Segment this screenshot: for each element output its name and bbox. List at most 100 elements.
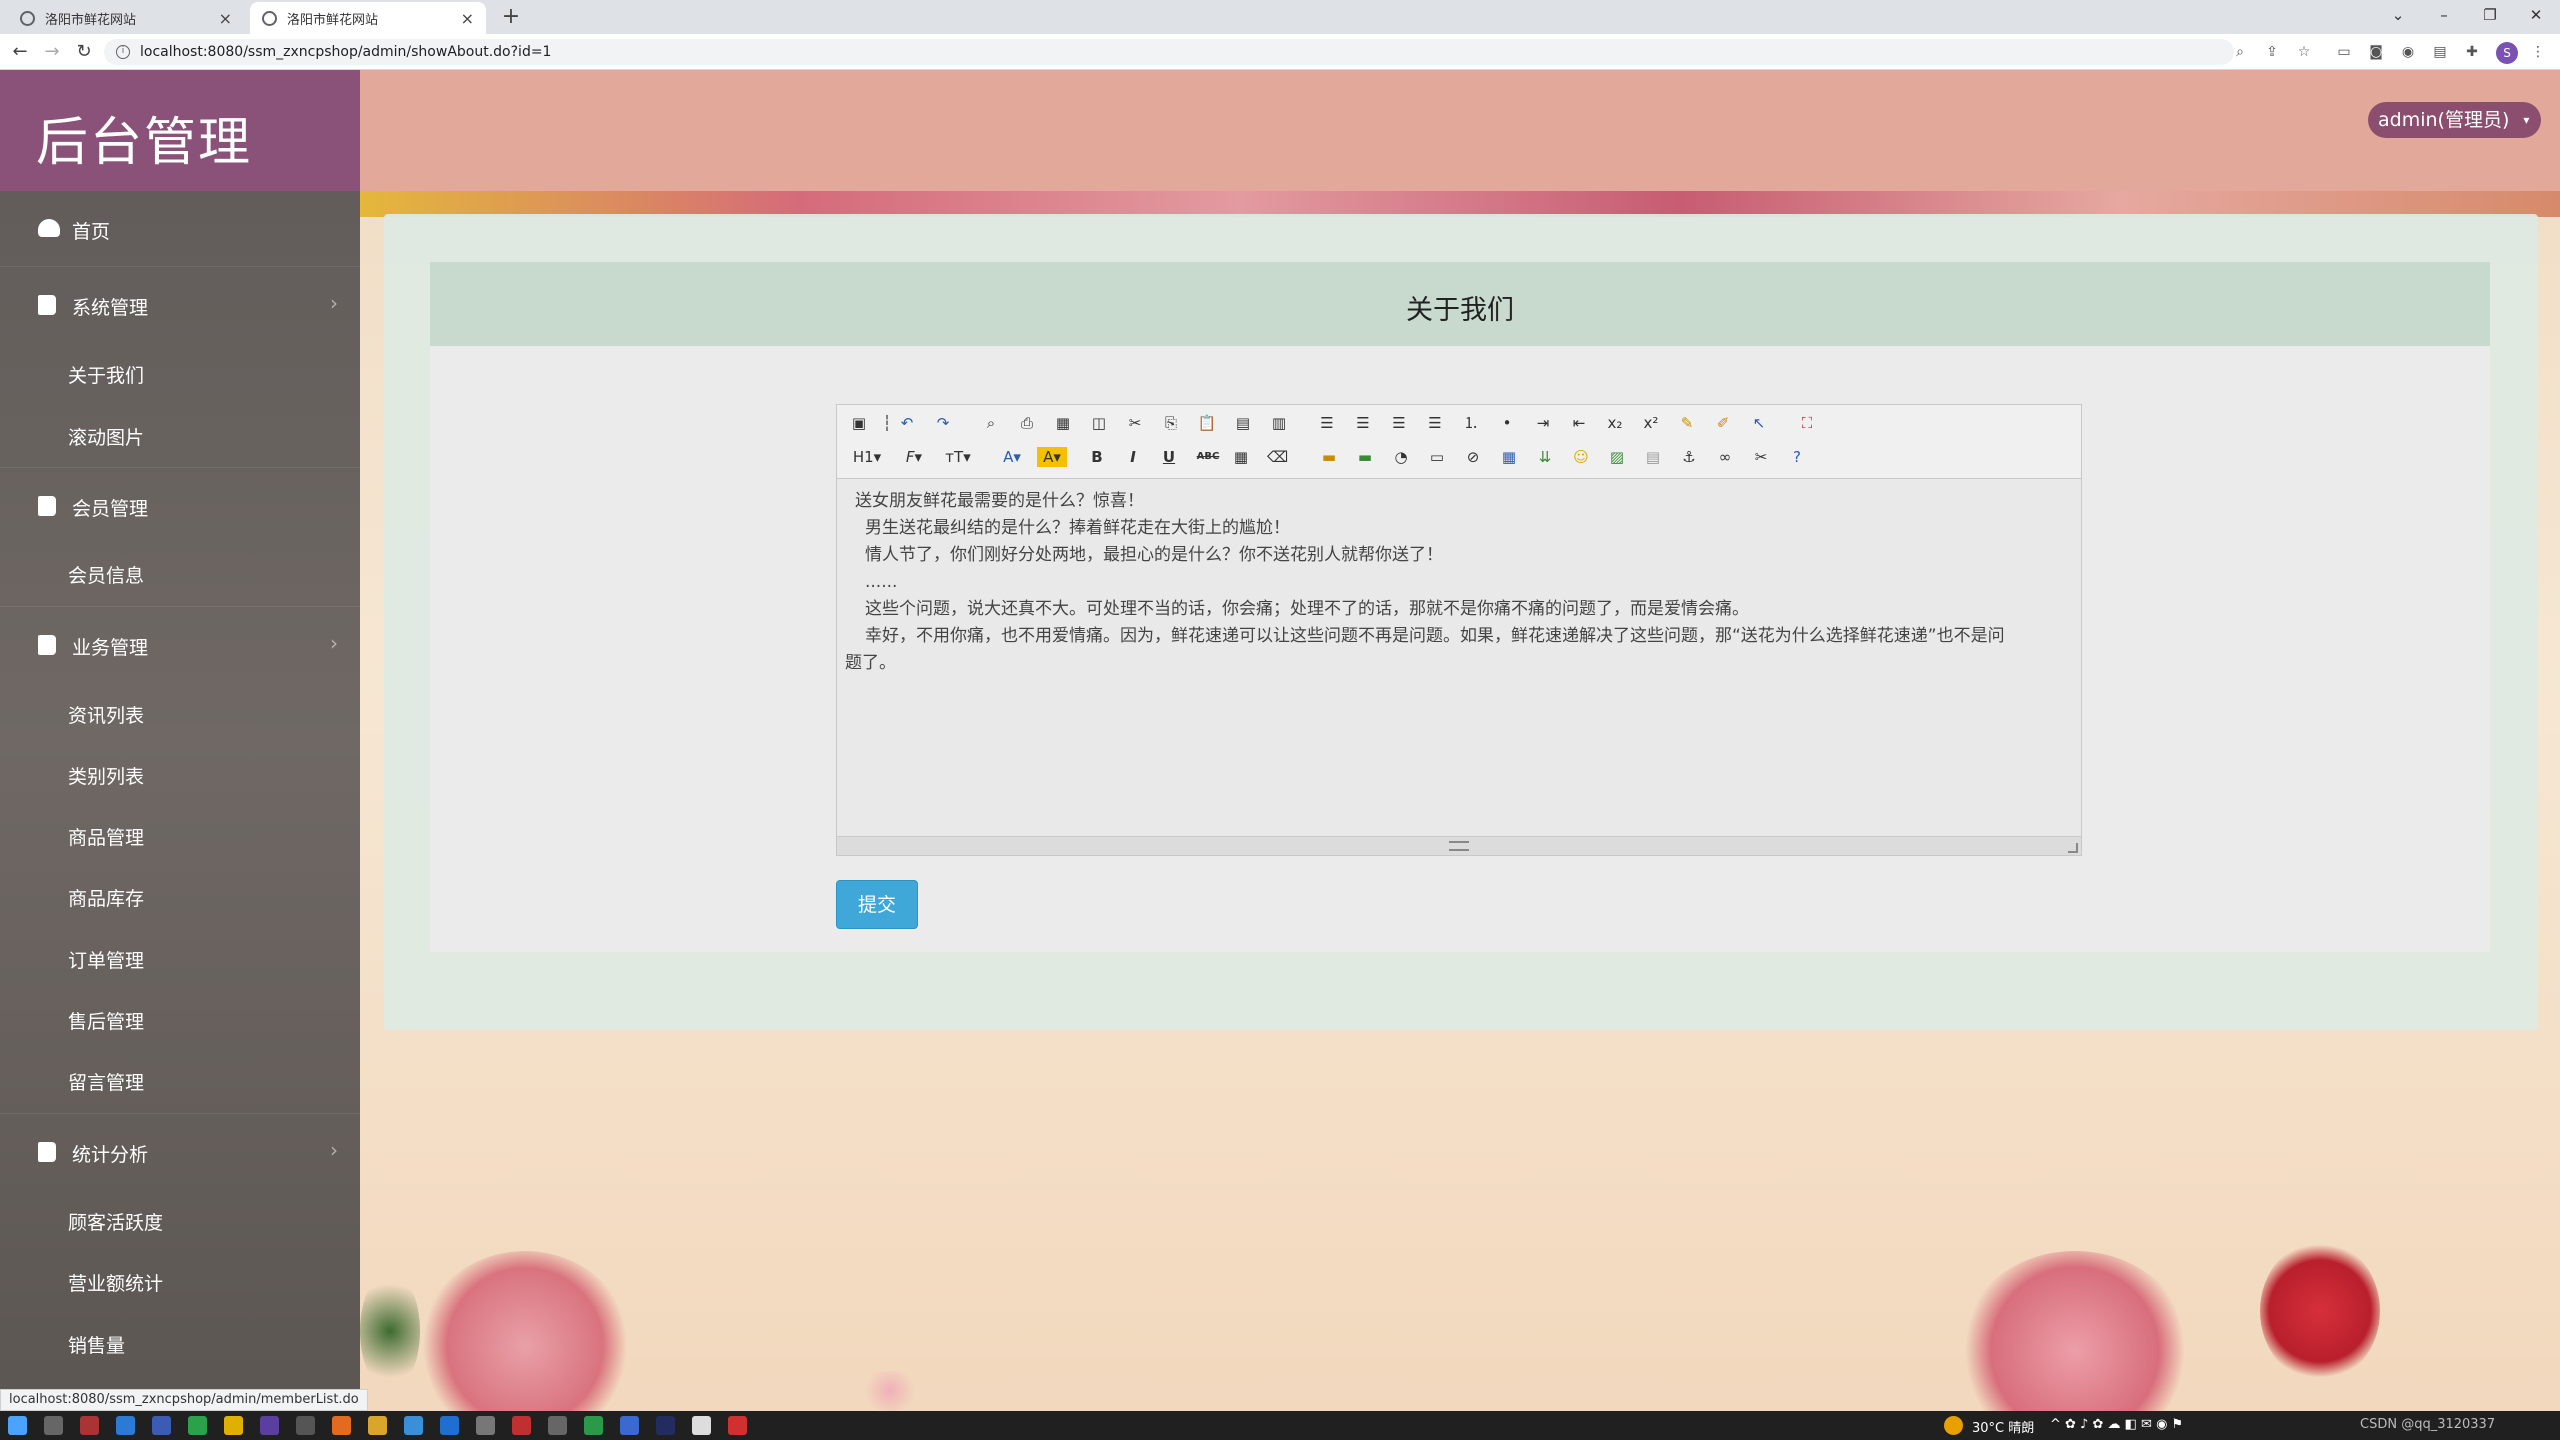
app-icon[interactable] [620, 1416, 639, 1435]
tray-icons[interactable]: ^ ✿ ♪ ✿ ☁ ◧ ✉ ◉ ⚑ [2050, 1417, 2183, 1432]
unordered-list-icon[interactable]: • [1497, 413, 1517, 433]
app-icon[interactable] [116, 1416, 135, 1435]
font-color-dropdown[interactable]: A▾ [997, 447, 1027, 467]
app-icon[interactable] [692, 1416, 711, 1435]
sidebar-group-business[interactable]: 业务管理 › [0, 606, 360, 682]
insert-flash-icon[interactable]: ▬ [1355, 447, 1375, 467]
subscript-icon[interactable]: x₂ [1605, 413, 1625, 433]
extension-w-icon[interactable]: ◉ [2398, 42, 2418, 62]
wechat-icon[interactable] [188, 1416, 207, 1435]
minimize-button[interactable]: – [2424, 0, 2464, 30]
attachment-icon[interactable]: ⊘ [1463, 447, 1483, 467]
sidebar-item-carousel[interactable]: 滚动图片 [68, 423, 144, 450]
tab-close-icon[interactable]: × [219, 9, 232, 28]
start-icon[interactable] [8, 1416, 27, 1435]
resize-grip-icon[interactable] [1449, 841, 1469, 851]
app-icon[interactable] [332, 1416, 351, 1435]
submit-button[interactable]: 提交 [836, 880, 918, 929]
ordered-list-icon[interactable]: ⒈ [1461, 413, 1481, 433]
template-icon[interactable]: ▦ [1053, 413, 1073, 433]
insert-video-icon[interactable]: ▭ [1427, 447, 1447, 467]
pagebreak-icon[interactable]: ▤ [1643, 447, 1663, 467]
app-icon[interactable] [656, 1416, 675, 1435]
app-icon[interactable] [476, 1416, 495, 1435]
extension-image-icon[interactable]: ▤ [2430, 42, 2450, 62]
sidebar-item-categories[interactable]: 类别列表 [68, 762, 144, 789]
sidebar-item-news[interactable]: 资讯列表 [68, 701, 144, 728]
sidebar-group-statistics[interactable]: 统计分析 › [0, 1113, 360, 1189]
horizontal-rule-icon[interactable]: ▦ [1231, 447, 1251, 467]
app-icon[interactable] [548, 1416, 567, 1435]
image-icon[interactable]: ▨ [1607, 447, 1627, 467]
preview-icon[interactable]: ⌕ [981, 413, 1001, 433]
unlink-icon[interactable]: ✂ [1751, 447, 1771, 467]
sidebar-item-inventory[interactable]: 商品库存 [68, 884, 144, 911]
cursor-icon[interactable]: ↖ [1749, 413, 1769, 433]
bold-button[interactable]: B [1087, 447, 1107, 467]
rich-text-editor[interactable]: ▣ ┆ ↶ ↷ ⌕ ⎙ ▦ ◫ ✂ ⎘ 📋 ▤ ▥ ☰ ☰ ☰ ☰ ⒈ • ⇥ … [836, 404, 2082, 856]
resize-corner-icon[interactable] [2068, 843, 2078, 853]
restore-button[interactable]: ❐ [2470, 0, 2510, 30]
highlight-color-dropdown[interactable]: A▾ [1037, 447, 1067, 467]
search-icon[interactable] [44, 1416, 63, 1435]
tab-search-button[interactable]: ⌄ [2378, 0, 2418, 30]
more-menu-icon[interactable]: ⋮ [2528, 42, 2548, 62]
info-icon[interactable]: i [116, 45, 130, 59]
sidebar-item-products[interactable]: 商品管理 [68, 823, 144, 850]
back-arrow-icon[interactable]: ← [8, 40, 32, 64]
sidebar-group-members[interactable]: 会员管理 [0, 467, 360, 543]
app-icon[interactable] [296, 1416, 315, 1435]
align-center-icon[interactable]: ☰ [1353, 413, 1373, 433]
user-menu-dropdown[interactable]: admin(管理员) ▾ [2368, 102, 2542, 138]
app-icon[interactable] [728, 1416, 747, 1435]
sidebar-item-home[interactable]: 首页 [0, 191, 360, 267]
app-icon[interactable] [80, 1416, 99, 1435]
profile-avatar[interactable]: S [2496, 42, 2518, 64]
font-size-dropdown[interactable]: ᴛT▾ [941, 447, 975, 467]
italic-button[interactable]: I [1123, 447, 1143, 467]
app-icon[interactable] [512, 1416, 531, 1435]
heading-dropdown[interactable]: H1▾ [849, 447, 885, 467]
sidebar-item-sales-volume[interactable]: 销售量 [68, 1331, 125, 1358]
sidebar-item-member-info[interactable]: 会员信息 [68, 561, 144, 588]
browser-tab-2-active[interactable]: 洛阳市鲜花网站 × [250, 2, 486, 34]
source-icon[interactable]: ▣ [849, 413, 869, 433]
insert-hr-icon[interactable]: ⇊ [1535, 447, 1555, 467]
share-icon[interactable]: ⇪ [2262, 42, 2282, 62]
emoticon-icon[interactable]: ☺ [1571, 447, 1591, 467]
ide-icon[interactable] [260, 1416, 279, 1435]
app-icon[interactable] [440, 1416, 459, 1435]
insert-image-icon[interactable]: ▬ [1319, 447, 1339, 467]
align-right-icon[interactable]: ☰ [1389, 413, 1409, 433]
print-icon[interactable]: ⎙ [1017, 413, 1037, 433]
table-icon[interactable]: ▦ [1499, 447, 1519, 467]
sidebar-item-after-sales[interactable]: 售后管理 [68, 1007, 144, 1034]
new-tab-button[interactable]: + [498, 4, 524, 30]
address-bar[interactable]: i localhost:8080/ssm_zxncpshop/admin/sho… [104, 39, 2234, 65]
underline-button[interactable]: U [1159, 447, 1179, 467]
sidebar-item-customer-activity[interactable]: 顾客活跃度 [68, 1208, 163, 1235]
justify-icon[interactable]: ☰ [1425, 413, 1445, 433]
outdent-icon[interactable]: ⇤ [1569, 413, 1589, 433]
select-all-icon[interactable]: ✐ [1713, 413, 1733, 433]
clear-format-icon[interactable]: ✎ [1677, 413, 1697, 433]
copy-icon[interactable]: ⎘ [1161, 413, 1181, 433]
sidebar-item-messages[interactable]: 留言管理 [68, 1068, 144, 1095]
font-family-dropdown[interactable]: F▾ [899, 447, 929, 467]
camera-icon[interactable]: ◙ [2366, 42, 2386, 62]
paste-word-icon[interactable]: ▥ [1269, 413, 1289, 433]
insert-media-icon[interactable]: ◔ [1391, 447, 1411, 467]
extension-icon[interactable]: ▭ [2334, 42, 2354, 62]
bookmark-star-icon[interactable]: ☆ [2294, 42, 2314, 62]
cut-icon[interactable]: ✂ [1125, 413, 1145, 433]
eraser-icon[interactable]: ⌫ [1267, 447, 1288, 467]
link-icon[interactable]: ∞ [1715, 447, 1735, 467]
sidebar-item-orders[interactable]: 订单管理 [68, 946, 144, 973]
sidebar-group-system[interactable]: 系统管理 › [0, 267, 360, 343]
tab-close-icon[interactable]: × [461, 9, 474, 28]
sidebar-item-revenue-stats[interactable]: 营业额统计 [68, 1269, 163, 1296]
undo-icon[interactable]: ↶ [897, 413, 917, 433]
redo-icon[interactable]: ↷ [933, 413, 953, 433]
superscript-icon[interactable]: x² [1641, 413, 1661, 433]
zoom-icon[interactable]: ⌕ [2230, 42, 2250, 62]
